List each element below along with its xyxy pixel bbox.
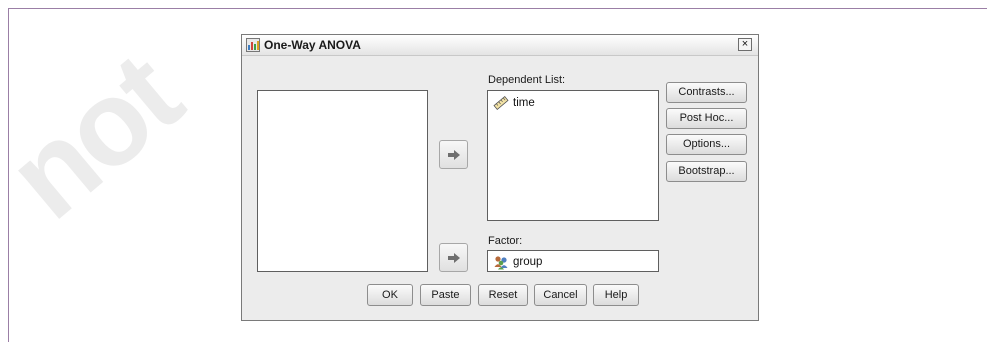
dialog-title: One-Way ANOVA [264, 38, 361, 52]
move-to-dependent-button[interactable] [439, 140, 468, 169]
options-button[interactable]: Options... [666, 134, 747, 155]
contrasts-button[interactable]: Contrasts... [666, 82, 747, 103]
factor-value: group [513, 256, 543, 268]
dependent-list-label: Dependent List: [488, 74, 566, 86]
post-hoc-button[interactable]: Post Hoc... [666, 108, 747, 129]
page-frame-top [8, 8, 987, 9]
factor-field[interactable]: group [487, 250, 659, 272]
source-variable-list[interactable] [257, 90, 428, 272]
title-bar: One-Way ANOVA × [242, 35, 758, 56]
move-to-factor-button[interactable] [439, 243, 468, 272]
arrow-right-icon [448, 253, 460, 263]
cancel-button[interactable]: Cancel [534, 284, 587, 306]
arrow-right-icon [448, 150, 460, 160]
page-frame-left [8, 8, 9, 342]
help-button[interactable]: Help [593, 284, 639, 306]
one-way-anova-dialog: One-Way ANOVA × Dependent List: time Fac… [241, 34, 759, 321]
factor-label: Factor: [488, 235, 523, 247]
bootstrap-button[interactable]: Bootstrap... [666, 161, 747, 182]
ok-button[interactable]: OK [367, 284, 413, 306]
app-icon [246, 38, 260, 52]
watermark: not [0, 29, 204, 245]
dependent-list-box[interactable]: time [487, 90, 659, 221]
paste-button[interactable]: Paste [420, 284, 471, 306]
close-button[interactable]: × [738, 38, 752, 51]
variable-name: time [513, 97, 535, 109]
nominal-variable-icon [494, 256, 508, 270]
scale-variable-icon [493, 96, 509, 110]
reset-button[interactable]: Reset [478, 284, 528, 306]
